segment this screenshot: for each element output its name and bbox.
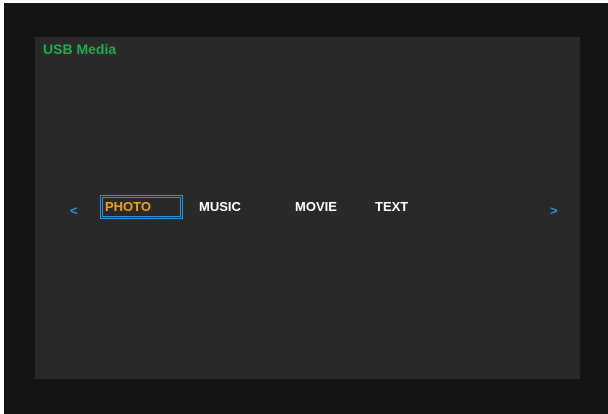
panel-title: USB Media [43, 41, 117, 57]
previous-arrow-button[interactable]: < [70, 203, 78, 219]
tab-movie[interactable]: MOVIE [295, 197, 337, 217]
next-arrow-button[interactable]: > [550, 203, 558, 219]
usb-media-panel: USB Media < PHOTO MUSIC MOVIE TEXT > [35, 37, 580, 379]
tab-music[interactable]: MUSIC [199, 197, 241, 217]
tab-photo[interactable]: PHOTO [100, 195, 183, 219]
tab-text[interactable]: TEXT [375, 197, 408, 217]
tv-screen: USB Media < PHOTO MUSIC MOVIE TEXT > [4, 3, 608, 414]
